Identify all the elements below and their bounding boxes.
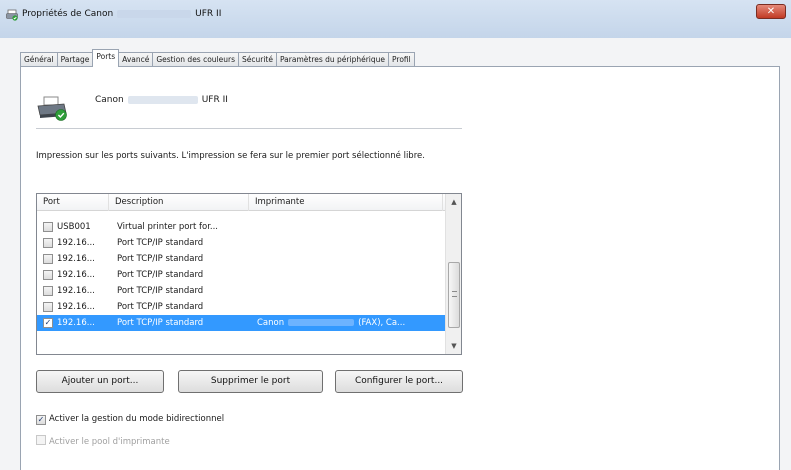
- list-item[interactable]: 192.16... Port TCP/IP standard: [37, 283, 445, 299]
- separator: [36, 128, 462, 129]
- list-item[interactable]: USB001 Virtual printer port for...: [37, 219, 445, 235]
- bidirectional-support-option[interactable]: ✓ Activer la gestion du mode bidirectionn…: [36, 414, 225, 425]
- port-description: Port TCP/IP standard: [117, 286, 204, 296]
- column-header-port[interactable]: Port: [37, 194, 109, 211]
- port-name: 192.16...: [57, 318, 95, 328]
- scroll-down-arrow-icon[interactable]: ▼: [446, 338, 461, 354]
- printer-pooling-checkbox: [36, 435, 46, 445]
- port-checkbox[interactable]: [43, 254, 53, 264]
- ports-intro-text: Impression sur les ports suivants. L'imp…: [36, 151, 425, 161]
- tab-device-settings[interactable]: Paramètres du périphérique: [276, 52, 390, 67]
- tab-color-management[interactable]: Gestion des couleurs: [152, 52, 240, 67]
- tab-bar: Général Partage Ports Avancé Gestion des…: [20, 49, 415, 67]
- port-name: USB001: [57, 222, 91, 232]
- port-name: 192.16...: [57, 286, 95, 296]
- port-name: 192.16...: [57, 254, 95, 264]
- port-checkbox-checked[interactable]: ✓: [43, 318, 53, 328]
- printer-name-suffix: UFR II: [201, 95, 228, 105]
- add-port-button[interactable]: Ajouter un port...: [36, 370, 164, 393]
- redacted-model-name: [288, 319, 355, 326]
- port-checkbox[interactable]: [43, 238, 53, 248]
- port-printer: Canon (FAX), Ca...: [257, 315, 405, 331]
- vertical-scrollbar[interactable]: ▲ ▼: [445, 194, 461, 354]
- port-printer-prefix: Canon: [257, 318, 285, 328]
- printer-properties-window: Propriétés de Canon UFR II ✕ Général Part…: [0, 0, 791, 470]
- delete-port-button[interactable]: Supprimer le port: [178, 370, 323, 393]
- printer-pooling-option: Activer le pool d'imprimante: [36, 434, 170, 447]
- list-item[interactable]: 192.16... Port TCP/IP standard: [37, 267, 445, 283]
- tab-ports[interactable]: Ports: [92, 49, 120, 67]
- printer-icon: [6, 9, 18, 21]
- tab-general[interactable]: Général: [20, 52, 58, 67]
- ports-list[interactable]: Port Description Imprimante USB001 Virtu…: [36, 193, 462, 355]
- tab-profile[interactable]: Profil: [388, 52, 415, 67]
- port-description: Port TCP/IP standard: [117, 254, 204, 264]
- window-title: Propriétés de Canon UFR II: [22, 9, 221, 19]
- tab-advanced[interactable]: Avancé: [118, 52, 154, 67]
- port-checkbox[interactable]: [43, 270, 53, 280]
- configure-port-button[interactable]: Configurer le port...: [335, 370, 463, 393]
- list-item[interactable]: 192.16... Port TCP/IP standard: [37, 299, 445, 315]
- port-description: Port TCP/IP standard: [117, 318, 204, 328]
- printer-name: Canon UFR II: [95, 95, 228, 105]
- column-header-description[interactable]: Description: [109, 194, 249, 211]
- window-title-prefix: Propriétés de Canon: [22, 9, 114, 19]
- redacted-model-name: [127, 95, 198, 104]
- list-item[interactable]: 192.16... Port TCP/IP standard: [37, 251, 445, 267]
- close-button[interactable]: ✕: [756, 4, 786, 19]
- title-bar: Propriétés de Canon UFR II ✕: [0, 0, 791, 38]
- grip-icon: [452, 291, 457, 297]
- column-header-printer[interactable]: Imprimante: [249, 194, 443, 211]
- close-icon: ✕: [766, 6, 776, 17]
- port-name: 192.16...: [57, 238, 95, 248]
- list-item-selected[interactable]: ✓ 192.16... Port TCP/IP standard Canon (F…: [37, 315, 445, 331]
- tab-sharing[interactable]: Partage: [56, 52, 94, 67]
- port-name: 192.16...: [57, 302, 95, 312]
- scrollbar-thumb[interactable]: [448, 262, 460, 328]
- printer-icon-large: [37, 96, 67, 121]
- printer-name-prefix: Canon: [95, 95, 124, 105]
- port-description: Port TCP/IP standard: [117, 238, 204, 248]
- window-title-suffix: UFR II: [195, 9, 222, 19]
- port-name: 192.16...: [57, 270, 95, 280]
- ports-list-header: Port Description Imprimante: [37, 194, 461, 211]
- list-item[interactable]: 192.16... Port TCP/IP standard: [37, 235, 445, 251]
- bidirectional-checkbox[interactable]: ✓: [36, 415, 46, 425]
- port-checkbox[interactable]: [43, 302, 53, 312]
- tab-security[interactable]: Sécurité: [238, 52, 277, 67]
- port-description: Virtual printer port for...: [117, 222, 219, 232]
- port-printer-suffix: (FAX), Ca...: [358, 318, 406, 328]
- port-checkbox[interactable]: [43, 286, 53, 296]
- redacted-model-name: [117, 9, 192, 18]
- scroll-up-arrow-icon[interactable]: ▲: [446, 194, 461, 210]
- printer-pooling-label: Activer le pool d'imprimante: [49, 437, 170, 447]
- bidirectional-label: Activer la gestion du mode bidirectionne…: [49, 414, 225, 424]
- port-description: Port TCP/IP standard: [117, 302, 204, 312]
- port-checkbox[interactable]: [43, 222, 53, 232]
- port-description: Port TCP/IP standard: [117, 270, 204, 280]
